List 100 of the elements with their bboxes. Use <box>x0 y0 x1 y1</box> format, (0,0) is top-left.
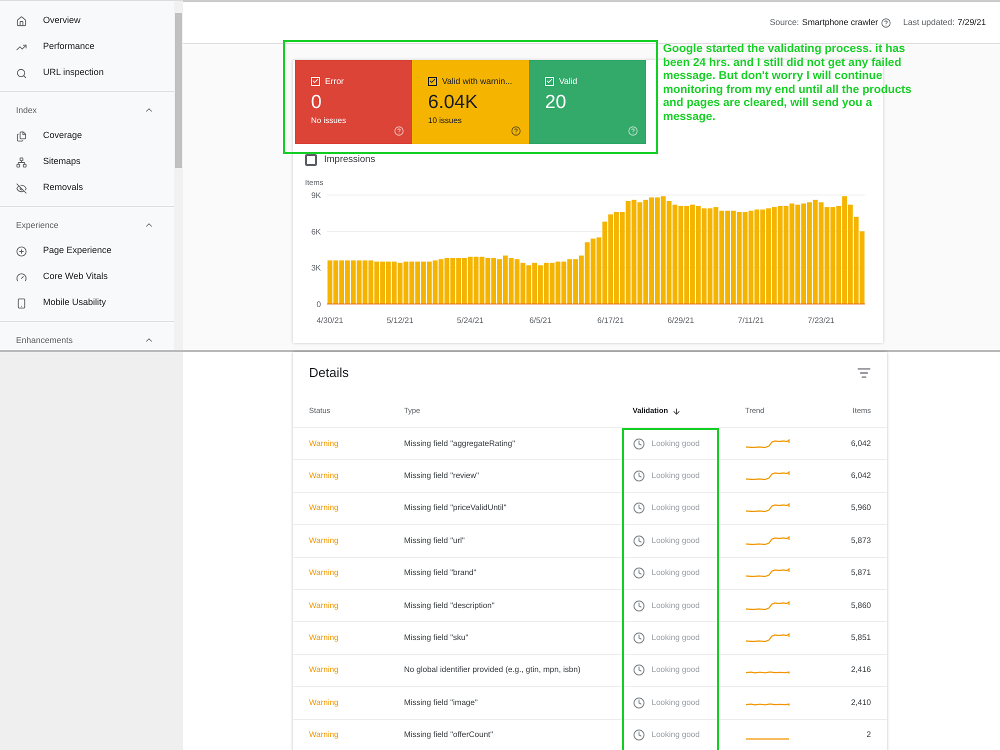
items-cell-text: 5,851 <box>850 632 871 644</box>
status-cell-text: Warning <box>309 632 340 644</box>
clock-icon <box>632 567 645 580</box>
items-cell-text: 5,860 <box>850 600 871 612</box>
sidebar-item[interactable]: Removals <box>0 175 174 201</box>
x-tick-label: 6/5/21 <box>529 316 552 324</box>
clock-icon <box>632 470 645 482</box>
trend-sparkline <box>745 568 790 578</box>
table-row[interactable]: Warning Missing field "description" Looking good 5,860 <box>293 590 887 622</box>
items-cell-text: 5,871 <box>850 567 871 580</box>
impressions-checkbox[interactable] <box>305 154 317 166</box>
status-cell-text: Warning <box>309 438 340 450</box>
items-cell-text: 5,960 <box>850 502 871 514</box>
tile-caption: 10 issues <box>428 114 463 127</box>
y-tick-label: 9K <box>311 190 322 200</box>
y-tick: 9K <box>311 190 866 200</box>
x-tick-label: 7/11/21 <box>738 316 764 324</box>
status-cell-text: Warning <box>309 600 340 612</box>
clock-icon <box>632 502 645 514</box>
help-icon[interactable] <box>511 126 521 136</box>
validation-cell: Looking good <box>652 600 700 612</box>
status-cell-text: Warning <box>309 470 340 482</box>
tile-label: Error <box>325 75 344 88</box>
nav-icon <box>16 68 27 78</box>
type-cell-text: Missing field "image" <box>404 696 479 709</box>
scrollbar[interactable] <box>174 1 183 350</box>
nav-icon <box>16 246 27 256</box>
status-cell-text: Warning <box>309 664 340 676</box>
trend-sparkline <box>745 633 790 644</box>
tile-label: Valid with warnin... <box>442 75 512 88</box>
sidebar-item[interactable]: Sitemaps <box>0 149 174 175</box>
table-row[interactable]: Warning Missing field "offerCount" Looking good 2 <box>293 720 887 750</box>
status-cell-text: Warning <box>309 567 340 580</box>
trend-sparkline <box>745 503 790 514</box>
section-header[interactable]: Experience <box>0 212 174 238</box>
table-row[interactable]: Warning Missing field "aggregateRating" Looking good 6,042 <box>293 428 887 460</box>
filter-icon[interactable] <box>857 366 871 380</box>
type-cell-text: Missing field "description" <box>404 600 496 612</box>
validation-cell: Looking good <box>652 438 700 450</box>
nav-icon <box>16 130 27 142</box>
items-cell-text: 6,042 <box>850 438 871 450</box>
validation-cell: Looking good <box>652 470 700 482</box>
sidebar-item[interactable]: Core Web Vitals <box>0 264 174 290</box>
clock-icon <box>632 632 645 644</box>
sidebar-item[interactable]: Page Experience <box>0 238 174 264</box>
tile-value: 0 <box>311 90 323 115</box>
tile-checkbox[interactable] <box>428 76 437 86</box>
items-cell-text: 2,410 <box>850 696 871 709</box>
x-tick-label: 5/24/21 <box>456 316 484 324</box>
nav-icon <box>16 298 27 308</box>
tile-label: Valid <box>559 75 578 88</box>
table-row[interactable]: Warning Missing field "priceValidUntil" Looking good 5,960 <box>293 492 887 526</box>
status-cell-text: Warning <box>309 729 340 742</box>
clock-icon <box>632 534 645 547</box>
updated-text: Last updated: 7/29/21 <box>903 16 986 29</box>
table-row[interactable]: Warning Missing field "url" Looking good 5,873 <box>293 525 887 558</box>
trend-sparkline <box>745 670 790 675</box>
type-cell-text: Missing field "offerCount" <box>404 729 494 742</box>
trend-sparkline <box>745 600 790 611</box>
table-row[interactable]: Warning Missing field "sku" Looking good 5,851 <box>293 622 887 655</box>
trend-sparkline <box>745 536 790 546</box>
section-header[interactable]: Index <box>0 97 174 123</box>
section-header[interactable]: Enhancements <box>0 327 174 353</box>
table-row[interactable]: Warning No global identifier provided (e.g., gtin, mpn, isbn) Looking good 2,416 <box>293 654 887 688</box>
table-row[interactable]: Warning Missing field "image" Looking good 2,410 <box>293 687 887 720</box>
trend-sparkline <box>745 738 790 740</box>
sidebar-item[interactable]: Overview <box>0 8 174 34</box>
validation-cell: Looking good <box>652 632 700 644</box>
clock-icon <box>632 696 645 709</box>
validation-cell: Looking good <box>652 567 700 580</box>
annotation-note: Google started the validating process. it has been 24 hrs. and I still did not get any failed message. But don't worry I will continue monitoring from my end until all the products and pages are cleared, will send you a message. <box>663 43 913 124</box>
x-tick-label: 6/29/21 <box>667 316 694 324</box>
items-cell-text: 5,873 <box>850 534 871 547</box>
type-cell-text: No global identifier provided (e.g., gtin, mpn, isbn) <box>404 664 582 676</box>
status-cell-text: Warning <box>309 502 340 514</box>
status-cell-text: Warning <box>309 696 340 709</box>
trend-sparkline <box>745 438 790 449</box>
tile-value: 20 <box>545 90 568 115</box>
sidebar-item[interactable]: Mobile Usability <box>0 290 174 316</box>
type-cell-text: Missing field "priceValidUntil" <box>404 502 508 514</box>
items-cell-text: 2 <box>866 729 871 742</box>
nav-icon <box>16 182 27 194</box>
x-tick-label: 6/17/21 <box>597 316 624 324</box>
sidebar-item[interactable]: Performance <box>0 34 174 60</box>
source-text: Source: Smartphone crawler <box>770 16 878 29</box>
table-row[interactable]: Warning Missing field "brand" Looking good 5,871 <box>293 558 887 590</box>
checkbox-label: Impressions <box>324 153 376 167</box>
type-cell-text: Missing field "url" <box>404 534 466 547</box>
table-row[interactable]: Warning Missing field "review" Looking good 6,042 <box>293 460 887 493</box>
status-cell-text: Warning <box>309 534 340 547</box>
sidebar-item[interactable]: Coverage <box>0 123 174 149</box>
type-cell-text: Missing field "review" <box>404 470 480 482</box>
trend-sparkline <box>745 703 790 708</box>
tile-caption: No issues <box>311 114 348 127</box>
status-tile[interactable]: Valid with warnin... 6.04K 10 issues <box>412 60 529 144</box>
items-cell-text: 6,042 <box>850 470 871 482</box>
x-tick-label: 7/23/21 <box>808 316 834 324</box>
sidebar-item[interactable]: URL inspection <box>0 60 174 86</box>
help-icon[interactable] <box>881 18 892 28</box>
nav-icon <box>16 156 27 168</box>
